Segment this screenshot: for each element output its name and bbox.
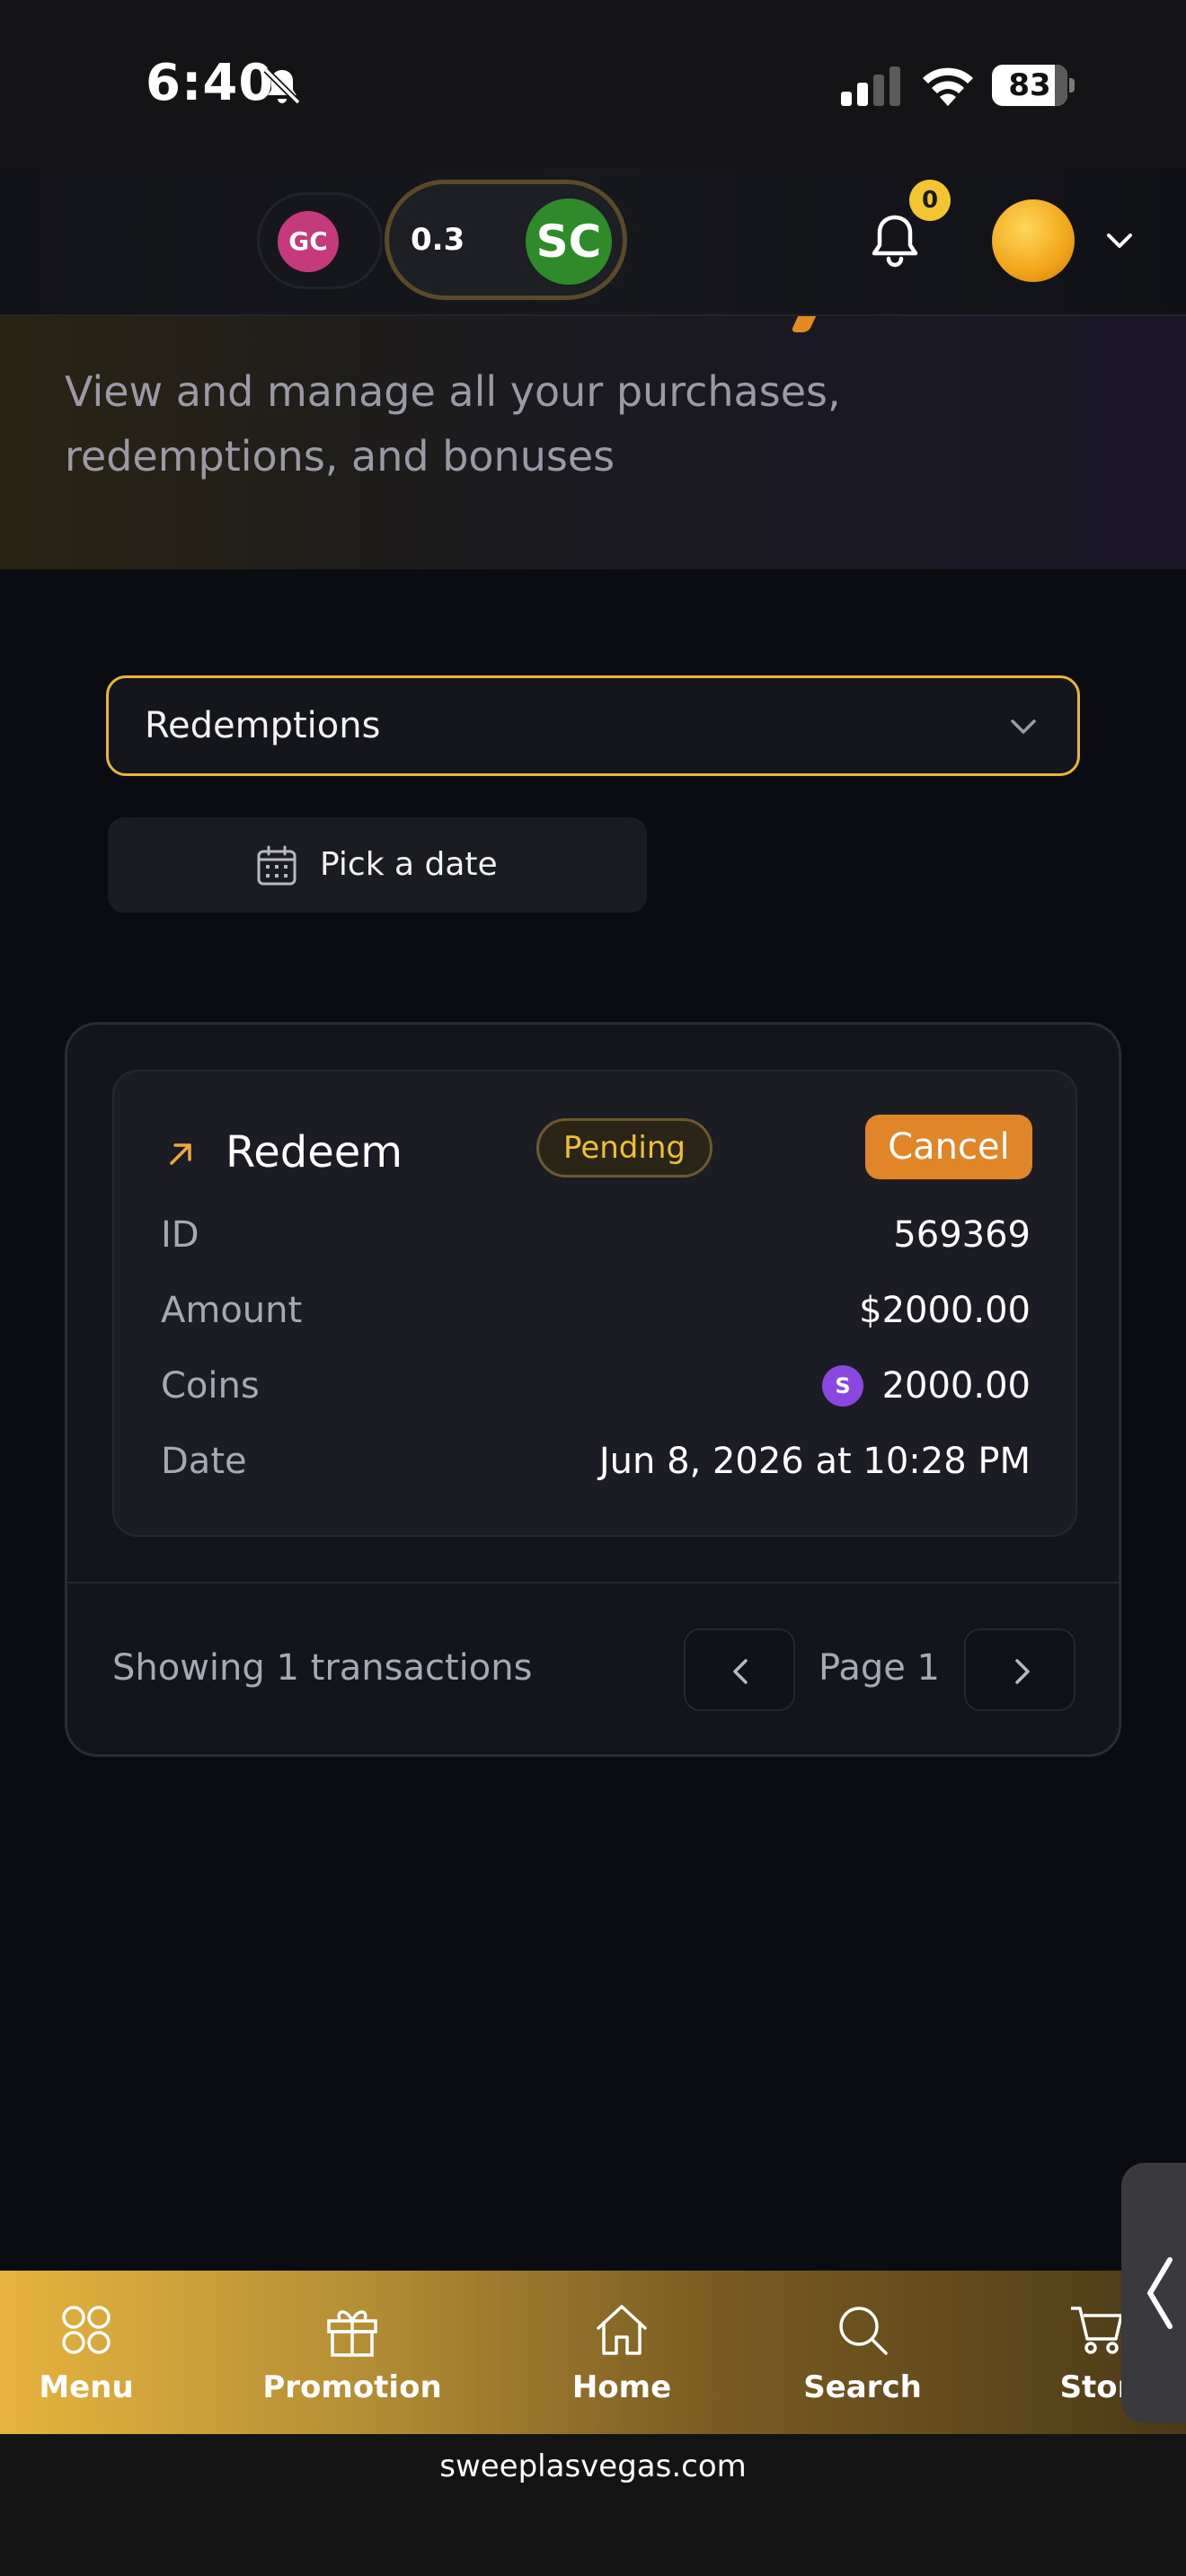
- app-header: GC 0.3 SC 0: [0, 167, 1186, 316]
- date-picker-label: Pick a date: [320, 846, 498, 883]
- gc-badge: GC: [278, 211, 339, 272]
- nav-promotion-label: Promotion: [262, 2369, 442, 2405]
- home-icon: [597, 2305, 647, 2355]
- search-icon: [839, 2307, 888, 2355]
- cart-icon: [1071, 2307, 1123, 2354]
- nav-home[interactable]: Home: [532, 2271, 712, 2434]
- chevron-left-icon: [733, 1659, 748, 1684]
- sc-balance: 0.3: [411, 222, 465, 258]
- battery-level: 83: [1008, 67, 1051, 103]
- nav-search-label: Search: [803, 2369, 922, 2405]
- calendar-icon: [257, 845, 296, 886]
- gold-coin-toggle[interactable]: GC: [257, 192, 383, 289]
- notification-bell-icon[interactable]: [866, 210, 924, 271]
- transaction-type-value: Redemptions: [145, 705, 381, 746]
- coins-value: 2000.00: [881, 1365, 1031, 1407]
- transaction-type-select[interactable]: Redemptions: [106, 675, 1080, 776]
- status-time: 6:40: [146, 54, 275, 112]
- gift-icon: [327, 2310, 377, 2357]
- transactions-panel: Redeem Pending Cancel ID 569369 Amount $…: [65, 1022, 1121, 1757]
- page-indicator: Page 1: [819, 1647, 940, 1689]
- amount-value: $2000.00: [859, 1290, 1031, 1331]
- sc-badge: SC: [526, 198, 612, 285]
- page-subtitle: View and manage all your purchases, rede…: [65, 367, 841, 481]
- date-picker-button[interactable]: Pick a date: [108, 817, 647, 913]
- coins-label: Coins: [161, 1365, 260, 1407]
- browser-url-bar[interactable]: sweeplasvegas.com: [0, 2434, 1186, 2576]
- next-page-button[interactable]: [964, 1628, 1075, 1711]
- chevron-down-icon[interactable]: [1102, 223, 1137, 259]
- amount-label: Amount: [161, 1290, 303, 1331]
- chevron-down-icon: [1011, 719, 1036, 734]
- side-drawer-handle[interactable]: [1121, 2163, 1186, 2423]
- cancel-button[interactable]: Cancel: [865, 1115, 1032, 1179]
- nav-search[interactable]: Search: [773, 2271, 952, 2434]
- arrow-up-right-icon: [170, 1143, 191, 1165]
- nav-promotion[interactable]: Promotion: [262, 2271, 442, 2434]
- previous-page-button[interactable]: [684, 1628, 795, 1711]
- url-text: sweeplasvegas.com: [439, 2448, 747, 2484]
- status-bar: 6:40 83: [0, 0, 1186, 167]
- avatar[interactable]: [992, 199, 1075, 282]
- notification-count-badge: 0: [909, 180, 951, 221]
- bell-off-icon: [263, 67, 301, 105]
- wifi-icon: [923, 67, 973, 106]
- date-label: Date: [161, 1441, 247, 1482]
- transaction-card: Redeem Pending Cancel ID 569369 Amount $…: [112, 1070, 1077, 1537]
- id-value: 569369: [893, 1214, 1031, 1256]
- transactions-count: Showing 1 transactions: [112, 1647, 533, 1689]
- date-value: Jun 8, 2026 at 10:28 PM: [598, 1441, 1031, 1482]
- divider: [67, 1582, 1119, 1584]
- bottom-nav: Menu Promotion Home Search Stor: [0, 2271, 1186, 2434]
- battery-indicator: 83: [992, 65, 1075, 106]
- nav-menu-label: Menu: [39, 2369, 134, 2405]
- nav-home-label: Home: [571, 2369, 672, 2405]
- chevron-right-icon: [1015, 1659, 1030, 1684]
- id-label: ID: [161, 1214, 199, 1256]
- signal-icon: [841, 66, 900, 106]
- transaction-type: Redeem: [226, 1127, 403, 1178]
- nav-menu[interactable]: Menu: [0, 2271, 176, 2434]
- sweeps-coin-balance[interactable]: 0.3 SC: [385, 180, 627, 300]
- status-badge: Pending: [536, 1118, 712, 1178]
- chevron-left-icon: [1147, 2257, 1173, 2329]
- grid-icon: [62, 2306, 111, 2354]
- sweeps-coin-icon: S: [822, 1365, 863, 1407]
